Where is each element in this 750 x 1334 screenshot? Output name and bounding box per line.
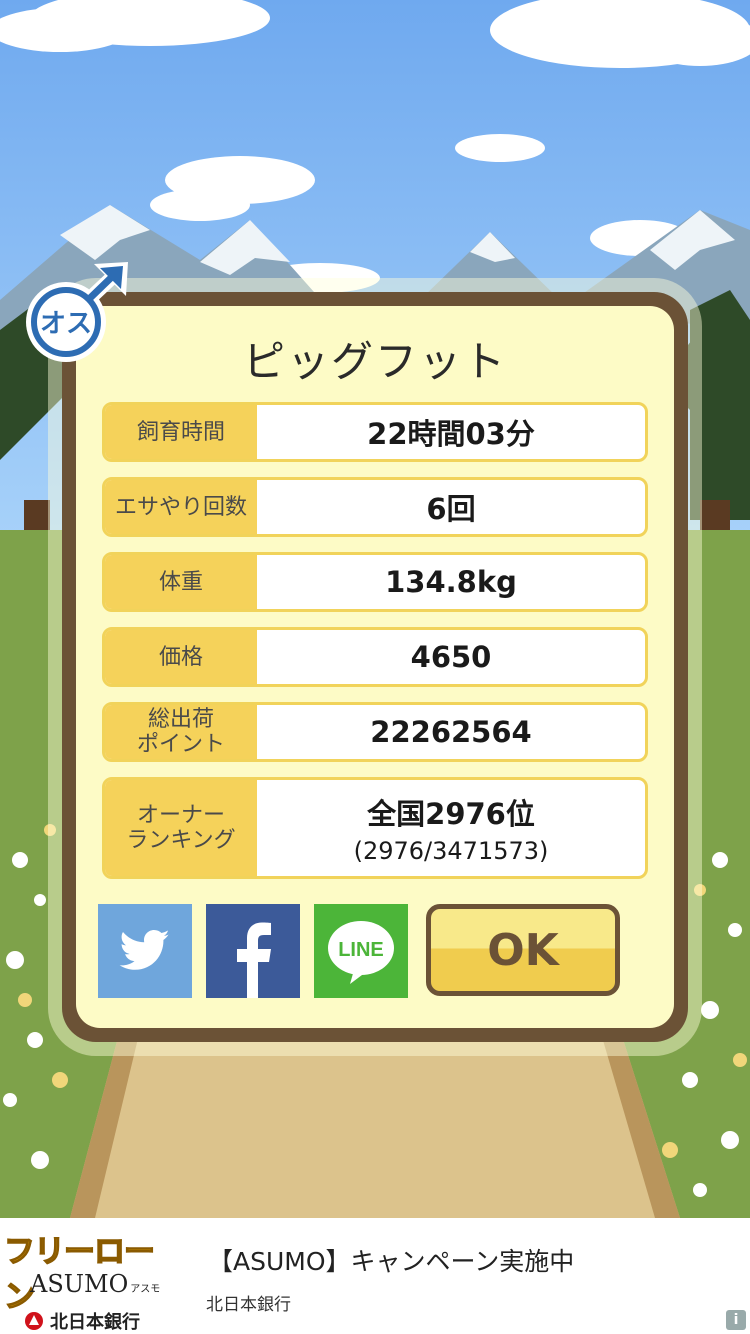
ad-bank-logo: 北日本銀行 (24, 1308, 140, 1334)
stat-row-price: 価格 4650 (102, 627, 648, 687)
stat-value-text: 134.8kg (385, 565, 517, 599)
line-share-button[interactable]: LINE (314, 904, 408, 998)
stat-value-text: 22262564 (370, 715, 532, 749)
ad-info-icon[interactable]: i (726, 1310, 746, 1330)
gender-label: オス (40, 309, 92, 339)
ad-banner[interactable]: フリーローン ASUMO アスモ 北日本銀行 【ASUMO】キャンペーン実施中 北… (0, 1218, 750, 1334)
ad-bank-name: 北日本銀行 (50, 1312, 140, 1333)
stat-value: 全国2976位 (2976/3471573) (257, 780, 645, 876)
stat-value: 6回 (257, 480, 645, 534)
stat-row-feed-count: エサやり回数 6回 (102, 477, 648, 537)
stat-value: 4650 (257, 630, 645, 684)
stat-label: 総出荷 ポイント (105, 705, 257, 759)
male-gender-badge: オス (24, 258, 134, 364)
stat-label: エサやり回数 (105, 480, 257, 534)
ad-subtitle: 北日本銀行 (206, 1295, 291, 1315)
line-icon: LINE (328, 921, 394, 984)
facebook-share-button[interactable] (206, 904, 300, 998)
stat-value-text: 全国2976位 (367, 797, 535, 831)
pet-info-dialog: ピッグフット 飼育時間 22時間03分 エサやり回数 6回 体重 134.8kg… (62, 292, 688, 1042)
twitter-bird-icon (119, 930, 170, 970)
stat-row-raising-time: 飼育時間 22時間03分 (102, 402, 648, 462)
facebook-f-icon (237, 922, 271, 998)
ranking-detail: (2976/3471573) (353, 837, 549, 865)
stat-label: 価格 (105, 630, 257, 684)
stat-label: 飼育時間 (105, 405, 257, 459)
ad-title: 【ASUMO】キャンペーン実施中 (208, 1247, 575, 1276)
stat-label: オーナー ランキング (105, 780, 257, 876)
stat-value-text: 4650 (410, 640, 492, 674)
stat-value: 22時間03分 (257, 405, 645, 459)
stat-row-weight: 体重 134.8kg (102, 552, 648, 612)
stat-value: 22262564 (257, 705, 645, 759)
twitter-share-button[interactable] (98, 904, 192, 998)
ok-button[interactable]: OK (426, 904, 620, 996)
pet-name-title: ピッグフット (242, 337, 507, 386)
line-text: LINE (338, 939, 384, 961)
stat-row-shipping-points: 総出荷 ポイント 22262564 (102, 702, 648, 762)
stat-row-owner-ranking: オーナー ランキング 全国2976位 (2976/3471573) (102, 777, 648, 879)
ad-brand: ASUMO アスモ (30, 1270, 160, 1298)
ad-brand-name: ASUMO (30, 1270, 129, 1298)
ad-brand-kana: アスモ (130, 1284, 161, 1295)
stat-value: 134.8kg (257, 555, 645, 609)
dialog-panel: ピッグフット 飼育時間 22時間03分 エサやり回数 6回 体重 134.8kg… (76, 306, 674, 1028)
stat-value-text: 22時間03分 (367, 417, 535, 451)
bank-emblem-icon (25, 1312, 43, 1330)
male-symbol-icon: オス (26, 262, 128, 362)
stat-label: 体重 (105, 555, 257, 609)
stat-value-text: 6回 (426, 492, 476, 526)
